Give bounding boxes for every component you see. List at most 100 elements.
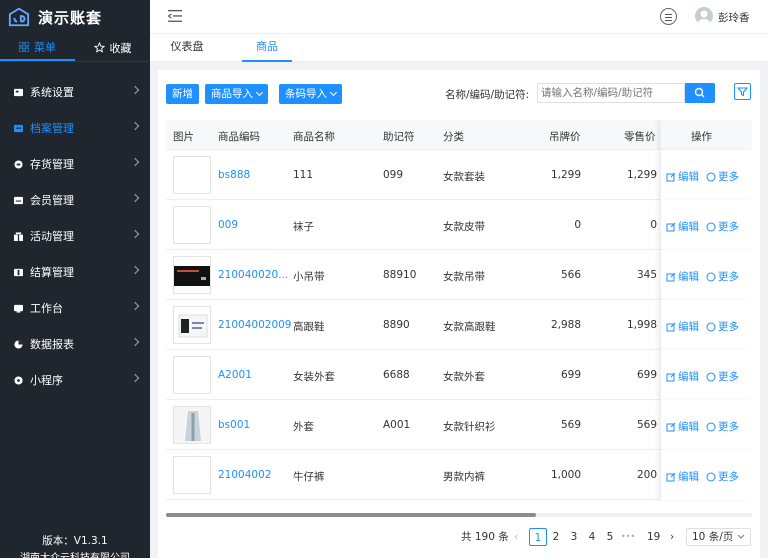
tag-price: 0: [574, 219, 581, 231]
sidebar-tab-favorites[interactable]: 收藏: [75, 34, 150, 61]
product-thumbnail[interactable]: [173, 206, 211, 244]
more-link[interactable]: 更多: [706, 219, 739, 234]
sidebar-tab-menu[interactable]: 菜单: [0, 34, 75, 61]
product-mnemonic: 8890: [383, 319, 410, 331]
sidebar-item-activities[interactable]: 活动管理: [0, 218, 150, 254]
product-thumbnail[interactable]: [173, 306, 211, 344]
page-last[interactable]: 19: [647, 528, 660, 546]
operations-cell: 编辑 更多: [660, 150, 752, 200]
ellipsis[interactable]: •••: [621, 528, 635, 546]
tag-price: 1,000: [550, 469, 581, 481]
avatar[interactable]: [695, 7, 713, 25]
more-label: 更多: [718, 421, 739, 433]
menu-circle-icon[interactable]: [660, 8, 677, 25]
edit-link[interactable]: 编辑: [666, 269, 699, 284]
inventory-icon: [14, 159, 23, 169]
table-row[interactable]: A2001 女装外套 6688 女款外套 699 699 编辑 更多: [166, 350, 752, 400]
product-category: 女款外套: [443, 371, 485, 383]
product-code-link[interactable]: 21004002009: [218, 319, 292, 331]
product-code-link[interactable]: bs001: [218, 419, 250, 431]
horizontal-scrollbar-thumb[interactable]: [166, 513, 536, 517]
sidebar-item-workbench[interactable]: 工作台: [0, 290, 150, 326]
more-link[interactable]: 更多: [706, 369, 739, 384]
star-icon: [93, 42, 105, 53]
import-barcode-button[interactable]: 条码导入: [279, 84, 342, 104]
more-link[interactable]: 更多: [706, 169, 739, 184]
product-thumbnail[interactable]: [173, 456, 211, 494]
more-link[interactable]: 更多: [706, 269, 739, 284]
product-code-link[interactable]: A2001: [218, 369, 252, 381]
product-code-link[interactable]: 009: [218, 219, 238, 231]
edit-link[interactable]: 编辑: [666, 219, 699, 234]
table-row[interactable]: 009 袜子 女款皮带 0 0 编辑 更多: [166, 200, 752, 250]
collapse-menu-icon[interactable]: [168, 10, 182, 22]
edit-link[interactable]: 编辑: [666, 469, 699, 484]
tab-goods[interactable]: 商品: [242, 34, 292, 62]
tag-price: 1,299: [550, 169, 581, 181]
product-thumbnail[interactable]: [173, 406, 211, 444]
table-row[interactable]: 21004002 牛仔裤 男款内裤 1,000 200 编辑 更多: [166, 450, 752, 500]
sidebar-item-settlement[interactable]: 结算管理: [0, 254, 150, 290]
product-image-coat: [174, 407, 210, 443]
table-row[interactable]: bs001 外套 A001 女款针织衫 569 569 编辑 更多: [166, 400, 752, 450]
sidebar-item-system-settings[interactable]: 系统设置: [0, 74, 150, 110]
sidebar-item-archive[interactable]: 档案管理: [0, 110, 150, 146]
user-name[interactable]: 彭玲香: [718, 10, 750, 25]
product-thumbnail[interactable]: [173, 356, 211, 394]
import-goods-label: 商品导入: [211, 88, 253, 100]
version-text: 版本：V1.3.1: [42, 535, 108, 547]
sidebar-item-miniprogram[interactable]: 小程序: [0, 362, 150, 398]
sidebar-item-label: 数据报表: [30, 338, 74, 351]
import-goods-button[interactable]: 商品导入: [205, 84, 268, 104]
more-link[interactable]: 更多: [706, 469, 739, 484]
page-size-select[interactable]: 10 条/页: [686, 528, 751, 546]
edit-icon: [666, 472, 676, 481]
add-button[interactable]: 新增: [166, 84, 199, 104]
chevron-right-icon: [130, 193, 140, 203]
edit-icon: [666, 172, 676, 181]
product-code-link[interactable]: 21004002: [218, 469, 271, 481]
table-row[interactable]: bs888 111 099 女款套装 1,299 1,299 编辑 更多: [166, 150, 752, 200]
product-thumbnail[interactable]: [173, 256, 211, 294]
more-link[interactable]: 更多: [706, 419, 739, 434]
filter-button[interactable]: [734, 83, 751, 100]
edit-icon: [666, 322, 676, 331]
tag-price: 569: [560, 419, 581, 431]
retail-price: 1,299: [626, 169, 657, 181]
search-input[interactable]: [537, 83, 685, 103]
page-1[interactable]: 1: [529, 528, 547, 546]
table-row[interactable]: 21004002009 高跟鞋 8890 女款高跟鞋 2,988 1,998 编辑 更多: [166, 300, 752, 350]
next-page-icon[interactable]: ›: [670, 528, 674, 546]
more-circle-icon: [706, 472, 716, 481]
search-button[interactable]: [685, 83, 715, 103]
pagination: 共 190 条 ‹ 1 2 3 4 5 ••• 19 › 10 条/页: [158, 528, 760, 548]
product-thumbnail[interactable]: [173, 156, 211, 194]
prev-page-icon[interactable]: ‹: [514, 528, 518, 546]
page-4[interactable]: 4: [586, 528, 598, 546]
product-category: 女款针织衫: [443, 421, 496, 433]
tab-dashboard[interactable]: 仪表盘: [164, 34, 210, 62]
more-label: 更多: [718, 271, 739, 283]
retail-price: 0: [650, 219, 657, 231]
edit-link[interactable]: 编辑: [666, 419, 699, 434]
more-link[interactable]: 更多: [706, 319, 739, 334]
table-row[interactable]: 210040020... 小吊带 88910 女款吊带 566 345 编辑 更多: [166, 250, 752, 300]
more-circle-icon: [706, 272, 716, 281]
column-header: 零售价: [624, 131, 656, 143]
goods-panel: 新增 商品导入 条码导入 名称/编码/助记符: 图片 商品编码 商品名称 助记符…: [158, 70, 760, 558]
sidebar-item-reports[interactable]: 数据报表: [0, 326, 150, 362]
page-3[interactable]: 3: [568, 528, 580, 546]
page-2[interactable]: 2: [550, 528, 562, 546]
edit-link[interactable]: 编辑: [666, 319, 699, 334]
sidebar-item-members[interactable]: 会员管理: [0, 182, 150, 218]
sidebar-item-inventory[interactable]: 存货管理: [0, 146, 150, 182]
page-5[interactable]: 5: [604, 528, 616, 546]
app-logo: 演示账套: [0, 0, 150, 34]
edit-link[interactable]: 编辑: [666, 369, 699, 384]
product-code-link[interactable]: 210040020...: [218, 269, 288, 281]
product-category: 女款套装: [443, 171, 485, 183]
product-code-link[interactable]: bs888: [218, 169, 250, 181]
edit-link[interactable]: 编辑: [666, 169, 699, 184]
product-name: 高跟鞋: [293, 321, 325, 333]
horizontal-scrollbar[interactable]: [166, 513, 752, 517]
